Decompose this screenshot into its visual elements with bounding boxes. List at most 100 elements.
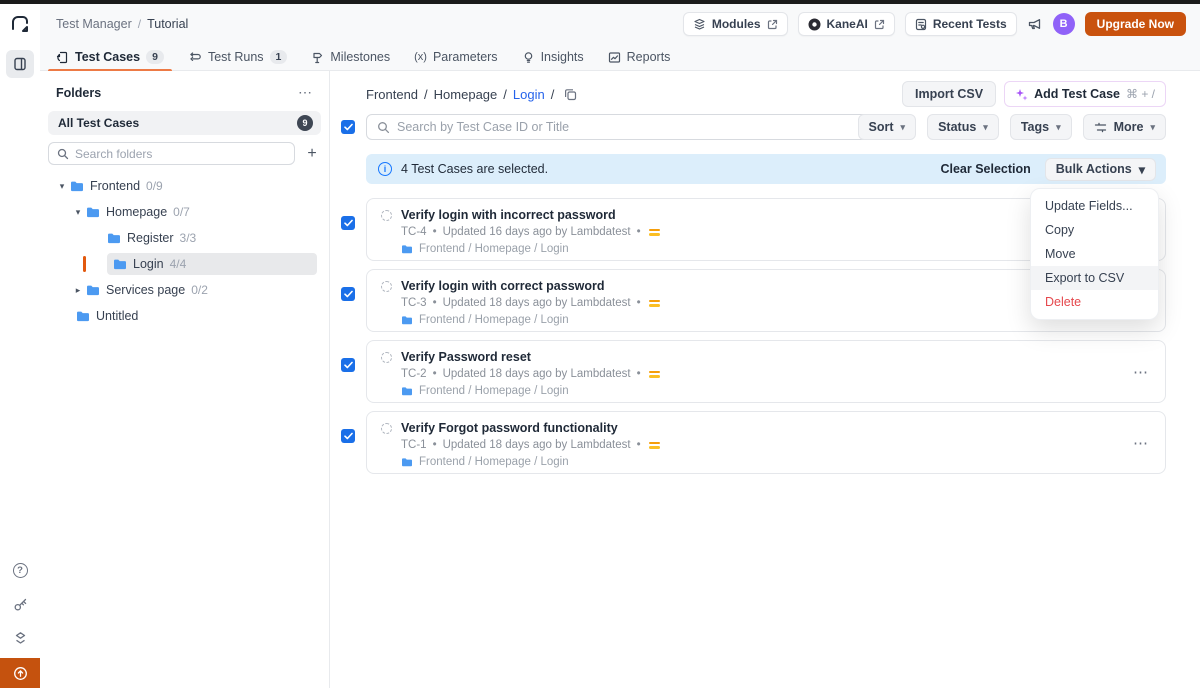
user-avatar[interactable]: B (1053, 13, 1075, 35)
test-case-path: Frontend / Homepage / Login (419, 456, 569, 468)
test-case-title[interactable]: Verify login with correct password (401, 279, 605, 293)
test-case-card[interactable]: Verify Forgot password functionality TC-… (366, 411, 1166, 474)
test-case-card[interactable]: Verify Password reset TC-2 • Updated 18 … (366, 340, 1166, 403)
tab-label: Milestones (330, 50, 390, 64)
select-all-checkbox[interactable] (341, 120, 355, 134)
caret-down-icon[interactable]: ▾ (54, 181, 70, 192)
selection-banner: i 4 Test Cases are selected. Clear Selec… (366, 154, 1166, 184)
tab-test-runs[interactable]: Test Runs 1 (188, 44, 287, 71)
folder-count: 0/9 (146, 179, 163, 193)
row-overflow-icon[interactable]: ⋯ (1133, 363, 1149, 381)
breadcrumb-project[interactable]: Tutorial (147, 17, 188, 31)
tab-count-badge: 9 (146, 50, 164, 64)
row-checkbox[interactable] (341, 429, 355, 443)
all-test-cases-item[interactable]: All Test Cases 9 (48, 111, 321, 135)
help-icon[interactable]: ? (6, 556, 34, 584)
breadcrumb-homepage[interactable]: Homepage (434, 87, 498, 102)
folder-label: Homepage (106, 205, 167, 219)
copy-icon[interactable] (564, 88, 577, 101)
integrations-icon[interactable] (6, 624, 34, 652)
menu-item-export-to-csv[interactable]: Export to CSV (1031, 266, 1158, 290)
clear-selection-button[interactable]: Clear Selection (940, 162, 1030, 176)
folder-icon (70, 180, 84, 192)
menu-item-move[interactable]: Move (1031, 242, 1158, 266)
tab-label: Test Runs (208, 50, 264, 64)
breadcrumb-frontend[interactable]: Frontend (366, 87, 418, 102)
recent-tests-label: Recent Tests (933, 17, 1007, 31)
folder-item-services-page[interactable]: ▸ Services page 0/2 (40, 277, 329, 303)
add-test-case-label: Add Test Case (1034, 87, 1120, 101)
bulk-actions-menu: Update Fields... Copy Move Export to CSV… (1030, 188, 1159, 320)
folder-item-frontend[interactable]: ▾ Frontend 0/9 (40, 173, 329, 199)
folder-item-untitled[interactable]: Untitled (40, 303, 329, 329)
test-case-updated: Updated 18 days ago by Lambdatest (443, 368, 631, 380)
test-case-search-input[interactable] (397, 120, 871, 134)
folder-search-input[interactable] (75, 147, 286, 161)
test-case-id: TC-3 (401, 297, 427, 309)
modules-button[interactable]: Modules (683, 12, 788, 36)
folder-item-homepage[interactable]: ▾ Homepage 0/7 (40, 199, 329, 225)
folder-search-field[interactable] (48, 142, 295, 165)
test-case-title[interactable]: Verify Password reset (401, 350, 531, 364)
tab-parameters[interactable]: (x) Parameters (414, 44, 497, 71)
all-test-cases-count: 9 (297, 115, 313, 131)
tab-test-cases[interactable]: Test Cases 9 (56, 44, 164, 71)
menu-item-update-fields[interactable]: Update Fields... (1031, 194, 1158, 218)
sidebar-toggle-button[interactable] (6, 50, 34, 78)
recent-tests-button[interactable]: Recent Tests (905, 12, 1017, 36)
row-checkbox[interactable] (341, 358, 355, 372)
folder-item-login[interactable]: Login 4/4 (40, 251, 329, 277)
row-checkbox[interactable] (341, 216, 355, 230)
menu-item-delete[interactable]: Delete (1031, 290, 1158, 314)
breadcrumb-separator: / (424, 87, 428, 102)
row-overflow-icon[interactable]: ⋯ (1133, 434, 1149, 452)
caret-down-icon[interactable]: ▾ (70, 207, 86, 218)
tab-reports[interactable]: Reports (608, 44, 671, 71)
priority-medium-icon (649, 371, 660, 378)
folder-icon (113, 258, 127, 270)
folder-icon (401, 386, 413, 396)
caret-down-icon: ▾ (1056, 122, 1061, 133)
folders-panel: Folders ⋯ All Test Cases 9 + ▾ (40, 71, 330, 688)
test-case-title[interactable]: Verify login with incorrect password (401, 208, 616, 222)
sort-dropdown[interactable]: Sort ▾ (858, 114, 917, 140)
more-label: More (1114, 120, 1144, 134)
menu-item-copy[interactable]: Copy (1031, 218, 1158, 242)
status-dropdown[interactable]: Status ▾ (927, 114, 999, 140)
access-key-icon[interactable] (6, 590, 34, 618)
tags-dropdown[interactable]: Tags ▾ (1010, 114, 1072, 140)
test-case-path: Frontend / Homepage / Login (419, 243, 569, 255)
row-checkbox[interactable] (341, 287, 355, 301)
breadcrumb-app[interactable]: Test Manager (56, 17, 132, 31)
top-header: Test Manager / Tutorial Modules (40, 4, 1200, 44)
folders-overflow-icon[interactable]: ⋯ (298, 84, 313, 101)
selection-message: 4 Test Cases are selected. (401, 162, 548, 176)
caret-right-icon[interactable]: ▸ (70, 285, 86, 296)
test-case-row: Verify Forgot password functionality TC-… (341, 411, 1166, 474)
breadcrumb-separator: / (551, 87, 555, 102)
folder-count: 0/7 (173, 205, 190, 219)
folder-item-register[interactable]: Register 3/3 (40, 225, 329, 251)
rail-upgrade-button[interactable] (0, 658, 40, 688)
breadcrumb-separator: / (138, 17, 141, 31)
breadcrumb-login[interactable]: Login (513, 87, 545, 102)
add-test-case-button[interactable]: Add Test Case ⌘ + / (1004, 81, 1166, 107)
folder-label: Register (127, 231, 174, 245)
test-case-search-field[interactable] (366, 114, 882, 140)
folder-label: Frontend (90, 179, 140, 193)
kaneai-button[interactable]: KaneAI (798, 12, 895, 36)
upgrade-now-button[interactable]: Upgrade Now (1085, 12, 1186, 36)
test-case-title[interactable]: Verify Forgot password functionality (401, 421, 618, 435)
folder-label: Services page (106, 283, 185, 297)
announcements-icon[interactable] (1027, 16, 1043, 32)
bulk-actions-button[interactable]: Bulk Actions ▾ (1045, 158, 1156, 181)
sparkle-icon (1015, 88, 1028, 101)
tab-insights[interactable]: Insights (522, 44, 584, 71)
add-folder-button[interactable]: + (303, 145, 321, 163)
more-filters-dropdown[interactable]: More ▾ (1083, 114, 1166, 140)
status-draft-icon (381, 352, 392, 363)
import-csv-button[interactable]: Import CSV (902, 81, 996, 107)
lambdatest-logo[interactable] (9, 14, 31, 36)
status-draft-icon (381, 210, 392, 221)
tab-milestones[interactable]: Milestones (311, 44, 390, 71)
